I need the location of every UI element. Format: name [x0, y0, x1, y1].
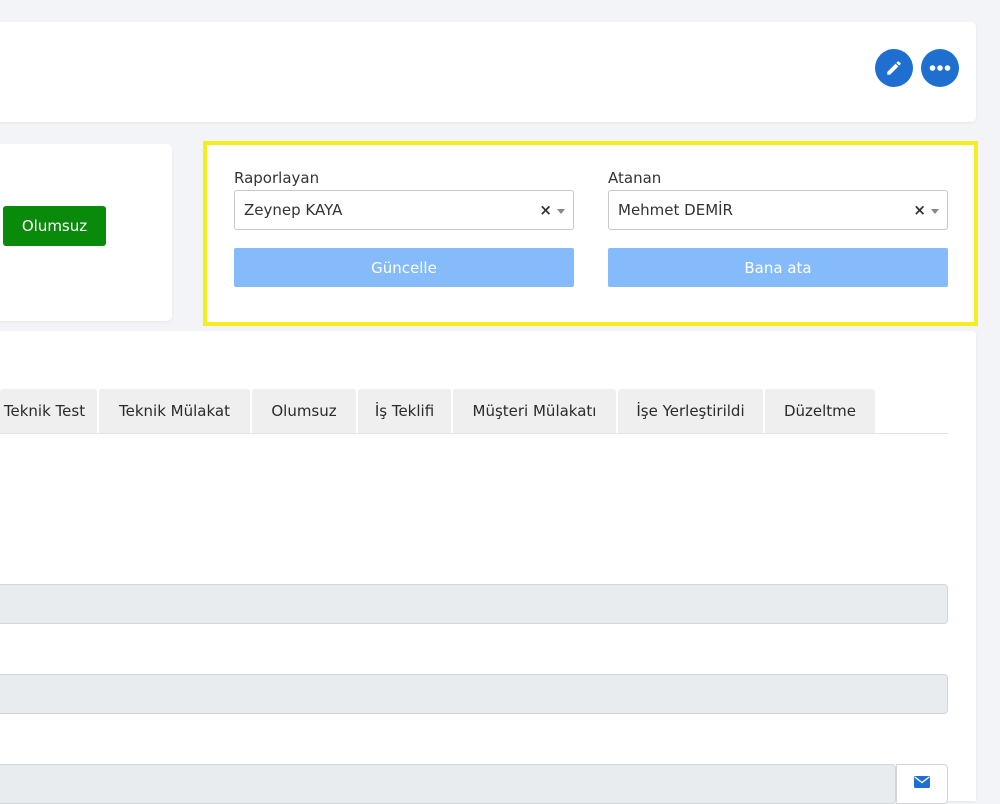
email-addon-button[interactable] — [896, 764, 948, 804]
tab-is-teklifi[interactable]: İş Teklifi — [358, 389, 451, 433]
reporter-value: Zeynep KAYA — [244, 201, 343, 219]
tabs-divider — [0, 433, 948, 434]
chevron-down-icon — [931, 209, 939, 214]
update-button[interactable]: Güncelle — [234, 248, 574, 287]
pencil-icon — [887, 61, 901, 75]
tab-ise-yerlestirildi[interactable]: İşe Yerleştirildi — [618, 389, 763, 433]
header-card — [0, 22, 976, 122]
reject-status-button[interactable]: Olumsuz — [3, 206, 106, 246]
status-tabs: Teknik Test Teknik Mülakat Olumsuz İş Te… — [0, 389, 877, 433]
tab-musteri-mulakati[interactable]: Müşteri Mülakatı — [453, 389, 616, 433]
reporter-label: Raporlayan — [234, 169, 320, 187]
form-field[interactable] — [0, 674, 948, 714]
tab-olumsuz[interactable]: Olumsuz — [252, 389, 356, 433]
tab-teknik-test[interactable]: Teknik Test — [0, 389, 97, 433]
assignee-value: Mehmet DEMİR — [618, 201, 733, 219]
assignment-card — [205, 143, 975, 323]
tab-teknik-mulakat[interactable]: Teknik Mülakat — [99, 389, 250, 433]
chevron-down-icon — [557, 209, 565, 214]
assignee-label: Atanan — [608, 169, 662, 187]
clear-reporter-icon[interactable]: × — [539, 201, 552, 219]
tab-duzeltme[interactable]: Düzeltme — [765, 389, 875, 433]
ellipsis-icon — [929, 65, 951, 71]
reporter-select[interactable]: Zeynep KAYA × — [234, 190, 574, 230]
more-options-button[interactable] — [921, 49, 959, 87]
envelope-icon — [914, 776, 930, 788]
assign-to-me-button[interactable]: Bana ata — [608, 248, 948, 287]
form-field[interactable] — [0, 584, 948, 624]
assignee-select[interactable]: Mehmet DEMİR × — [608, 190, 948, 230]
clear-assignee-icon[interactable]: × — [913, 201, 926, 219]
edit-button[interactable] — [875, 49, 913, 87]
email-field[interactable] — [0, 764, 896, 804]
